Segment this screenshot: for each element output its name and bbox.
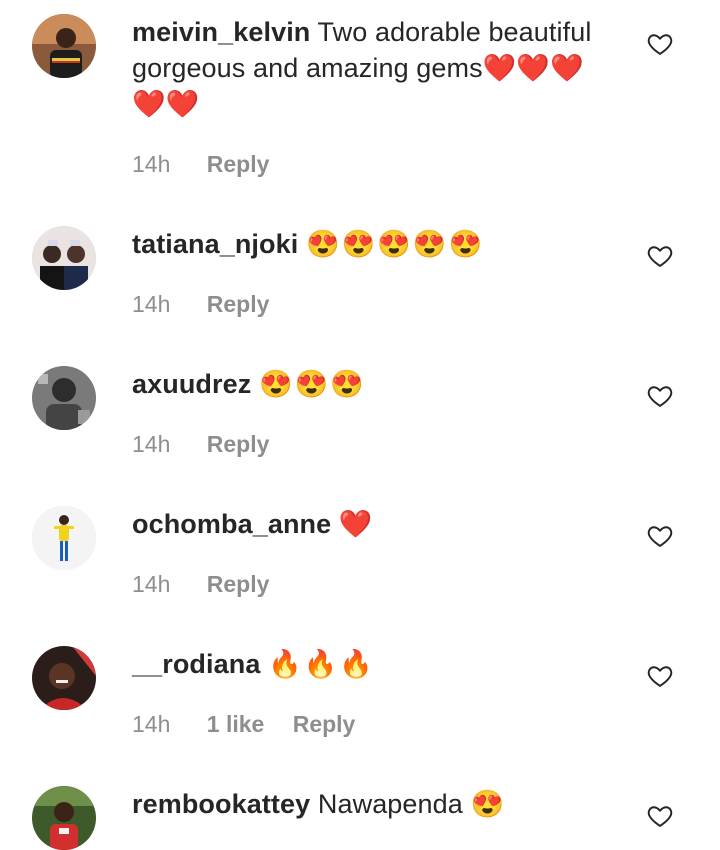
comment-like-count[interactable]: 1 like (207, 711, 265, 737)
avatar-image (32, 366, 96, 430)
like-comment-button[interactable] (646, 382, 674, 410)
comment-body: rembookattey Nawapenda 😍 (132, 786, 612, 822)
comment-body: __rodiana 🔥🔥🔥 (132, 646, 612, 682)
avatar-image (32, 14, 96, 78)
like-comment-button[interactable] (646, 802, 674, 830)
like-comment-button[interactable] (646, 522, 674, 550)
heart-outline-icon (647, 526, 673, 547)
comment-meta: 14h 1 like Reply (132, 710, 355, 738)
reply-button[interactable]: Reply (207, 151, 270, 177)
comment-meta: 14h Reply (132, 290, 269, 318)
like-comment-button[interactable] (646, 662, 674, 690)
comment-time: 14h (132, 431, 171, 457)
comment-body: meivin_kelvin Two adorable beautiful gor… (132, 14, 612, 122)
avatar[interactable] (32, 646, 96, 710)
heart-outline-icon (647, 386, 673, 407)
reply-button[interactable]: Reply (293, 711, 356, 737)
reply-button[interactable]: Reply (207, 571, 270, 597)
comment-username[interactable]: axuudrez (132, 369, 251, 399)
avatar[interactable] (32, 226, 96, 290)
comment-time: 14h (132, 291, 171, 317)
heart-outline-icon (647, 246, 673, 267)
comment-text: 😍😍😍 (258, 369, 366, 399)
comment-time: 14h (132, 711, 171, 737)
comment-username[interactable]: tatiana_njoki (132, 229, 298, 259)
avatar[interactable] (32, 786, 96, 850)
comment-body: ochomba_anne ❤️ (132, 506, 612, 542)
comment-text: ❤️ (338, 509, 373, 539)
comment-time: 14h (132, 571, 171, 597)
heart-outline-icon (647, 806, 673, 827)
avatar[interactable] (32, 506, 96, 570)
comment-text: 😍😍😍😍😍 (305, 229, 485, 259)
comment-meta: 14h Reply (132, 430, 269, 458)
comment-text: Nawapenda 😍 (317, 789, 505, 819)
comment-username[interactable]: rembookattey (132, 789, 310, 819)
reply-button[interactable]: Reply (207, 431, 270, 457)
heart-outline-icon (647, 666, 673, 687)
avatar[interactable] (32, 14, 96, 78)
comment-body: axuudrez 😍😍😍 (132, 366, 612, 402)
avatar-image (32, 226, 96, 290)
comment-time: 14h (132, 151, 171, 177)
avatar-image (32, 646, 96, 710)
avatar[interactable] (32, 366, 96, 430)
avatar-image (32, 506, 96, 570)
heart-outline-icon (647, 34, 673, 55)
comment-meta: 14h Reply (132, 150, 269, 178)
avatar-image (32, 786, 96, 850)
comment-username[interactable]: __rodiana (132, 649, 260, 679)
like-comment-button[interactable] (646, 242, 674, 270)
comment-body: tatiana_njoki 😍😍😍😍😍 (132, 226, 612, 262)
like-comment-button[interactable] (646, 30, 674, 58)
comment-text: 🔥🔥🔥 (268, 649, 375, 679)
reply-button[interactable]: Reply (207, 291, 270, 317)
comment-meta: 14h Reply (132, 570, 269, 598)
comment-username[interactable]: ochomba_anne (132, 509, 331, 539)
comment-username[interactable]: meivin_kelvin (132, 17, 310, 47)
